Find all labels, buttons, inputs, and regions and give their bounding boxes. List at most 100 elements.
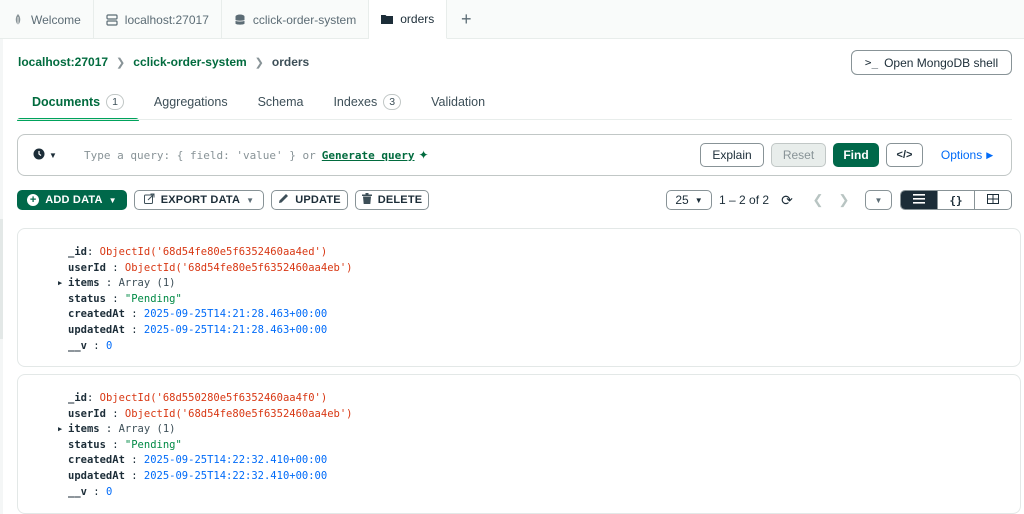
open-shell-label: Open MongoDB shell: [884, 55, 999, 70]
chevron-left-icon: ❮: [812, 192, 824, 207]
field-value: ObjectId('68d550280e5f6352460aa4f0'): [99, 392, 328, 404]
indexes-count-badge: 3: [383, 94, 402, 110]
tab-indexes-label: Indexes: [333, 95, 378, 109]
database-icon: [234, 14, 246, 26]
generate-query-link[interactable]: Generate query: [322, 149, 415, 162]
tab-database[interactable]: cclick-order-system: [222, 0, 370, 39]
field-key: userId: [68, 407, 106, 420]
tab-connection[interactable]: localhost:27017: [94, 0, 222, 39]
query-bar: ▼ Type a query: { field: 'value' } or Ge…: [17, 134, 1012, 176]
query-input[interactable]: Type a query: { field: 'value' } or: [84, 149, 316, 162]
server-icon: [106, 13, 118, 26]
field-value: ObjectId('68d54fe80e5f6352460aa4eb'): [124, 407, 353, 420]
field-key: userId: [68, 261, 106, 274]
code-icon: </>: [896, 149, 913, 161]
tab-welcome[interactable]: Welcome: [0, 0, 94, 39]
field-key: status: [68, 292, 106, 305]
new-tab-button[interactable]: +: [447, 0, 485, 39]
pagination-range: 1 – 2 of 2: [719, 193, 770, 207]
leaf-icon: [12, 13, 24, 26]
trash-icon: [361, 193, 372, 207]
field-value: "Pending": [124, 438, 182, 451]
export-data-button[interactable]: EXPORT DATA ▼: [134, 190, 264, 210]
open-shell-button[interactable]: >_ Open MongoDB shell: [851, 50, 1012, 75]
code-view-button[interactable]: </>: [886, 143, 923, 167]
field-colon: :: [105, 407, 125, 420]
clock-icon: [33, 148, 45, 163]
field-key: createdAt: [68, 454, 125, 467]
explain-button[interactable]: Explain: [700, 143, 764, 167]
list-view-button[interactable]: [901, 191, 938, 209]
page-size-select[interactable]: 25 ▼: [666, 190, 712, 210]
breadcrumb-host[interactable]: localhost:27017: [18, 55, 108, 69]
options-button[interactable]: Options ▶: [937, 143, 997, 167]
plus-circle-icon: +: [27, 194, 40, 206]
document-field: _id: ObjectId('68d54fe80e5f6352460aa4ed'…: [18, 245, 1020, 261]
view-options-dropdown[interactable]: ▼: [865, 190, 892, 210]
document-field: status : "Pending": [18, 438, 1020, 454]
query-history-button[interactable]: ▼: [26, 148, 64, 163]
field-value: ObjectId('68d54fe80e5f6352460aa4eb'): [124, 261, 353, 274]
tab-validation[interactable]: Validation: [416, 84, 500, 120]
breadcrumb-database[interactable]: cclick-order-system: [133, 55, 246, 69]
field-colon: :: [86, 392, 100, 404]
document-field: ▶ items : Array (1): [18, 422, 1020, 438]
tab-aggregations-label: Aggregations: [153, 95, 228, 109]
caret-down-icon: ▼: [108, 195, 117, 205]
field-key: _id: [68, 392, 87, 404]
field-colon: :: [105, 261, 125, 274]
export-data-label: EXPORT DATA: [160, 194, 241, 206]
list-icon: [913, 193, 925, 207]
tab-schema-label: Schema: [257, 95, 304, 109]
field-colon: :: [99, 423, 119, 436]
field-key: status: [68, 438, 106, 451]
field-value: 2025-09-25T14:22:32.410+00:00: [143, 454, 328, 467]
sidebar-resize-handle[interactable]: [0, 219, 3, 339]
caret-down-icon: ▼: [246, 195, 255, 205]
terminal-icon: >_: [864, 56, 879, 69]
tab-schema[interactable]: Schema: [243, 84, 319, 120]
field-key: updatedAt: [68, 469, 125, 482]
json-view-button[interactable]: {}: [938, 191, 975, 209]
field-colon: :: [124, 323, 144, 336]
delete-label: DELETE: [377, 194, 423, 206]
field-key: createdAt: [68, 308, 125, 321]
field-colon: :: [99, 277, 119, 290]
workspace-tab-bar: Welcome localhost:27017 cclick-order-sys…: [0, 0, 1024, 39]
sidebar-edge: [0, 39, 3, 514]
reset-button[interactable]: Reset: [771, 143, 826, 167]
field-value: Array (1): [118, 277, 176, 290]
tab-label: localhost:27017: [124, 12, 209, 27]
expand-caret-icon[interactable]: ▶: [58, 276, 62, 292]
breadcrumb-collection: orders: [271, 55, 310, 69]
expand-caret-icon[interactable]: ▶: [58, 422, 62, 438]
field-key: _id: [68, 246, 87, 258]
field-value: 2025-09-25T14:22:32.410+00:00: [143, 469, 328, 482]
document-field: userId : ObjectId('68d54fe80e5f6352460aa…: [18, 261, 1020, 277]
document-field: updatedAt : 2025-09-25T14:21:28.463+00:0…: [18, 323, 1020, 339]
tab-indexes[interactable]: Indexes 3: [318, 84, 416, 120]
update-button[interactable]: UPDATE: [271, 190, 348, 210]
options-label: Options: [940, 148, 983, 162]
tab-aggregations[interactable]: Aggregations: [139, 84, 243, 120]
refresh-button[interactable]: ⟳: [778, 190, 796, 210]
add-data-button[interactable]: + ADD DATA ▼: [17, 190, 127, 210]
delete-button[interactable]: DELETE: [355, 190, 429, 210]
chevron-right-icon: ❯: [838, 192, 850, 207]
document-field: updatedAt : 2025-09-25T14:22:32.410+00:0…: [18, 469, 1020, 485]
field-value: ObjectId('68d54fe80e5f6352460aa4ed'): [99, 246, 328, 258]
tab-documents-label: Documents: [32, 95, 101, 109]
tab-documents[interactable]: Documents 1: [17, 84, 139, 121]
previous-page-button[interactable]: ❮: [810, 190, 826, 210]
view-toggle-group: {}: [900, 190, 1012, 210]
document-card[interactable]: _id: ObjectId('68d550280e5f6352460aa4f0'…: [17, 374, 1021, 514]
document-card[interactable]: _id: ObjectId('68d54fe80e5f6352460aa4ed'…: [17, 228, 1021, 367]
field-key: items: [68, 423, 100, 436]
find-button[interactable]: Find: [833, 143, 879, 167]
field-colon: :: [86, 339, 106, 352]
table-view-button[interactable]: [975, 191, 1011, 209]
tab-collection[interactable]: orders: [369, 0, 448, 39]
field-key: __v: [68, 339, 87, 352]
next-page-button[interactable]: ❯: [836, 190, 852, 210]
field-value: 2025-09-25T14:21:28.463+00:00: [143, 308, 328, 321]
